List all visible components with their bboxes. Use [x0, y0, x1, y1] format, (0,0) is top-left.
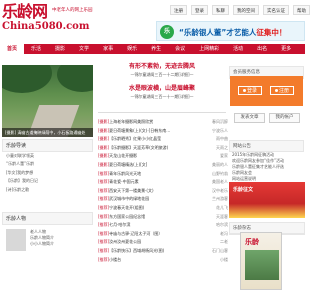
person-desc: 小小人物简介 [30, 241, 54, 246]
logo-url: China5080.com [2, 21, 90, 32]
nav-famous[interactable]: 出名 [250, 44, 274, 54]
news-row[interactable]: [推荐] 东方国家公园纪念馆 天涯客 [98, 213, 228, 222]
headline-title-2[interactable]: 水是眼波横，山是眉峰聚 [98, 84, 226, 93]
photo-foliage [57, 65, 93, 92]
nav-online[interactable]: 上网精彩 [192, 44, 226, 54]
member-panel: 登录 注册 [230, 76, 303, 106]
promo-banner[interactable]: 乐 “乐龄银人董”才艺能人征集中！ [156, 21, 305, 41]
cover-title: 乐龄 [245, 237, 259, 246]
magazine-cover[interactable]: 乐龄 [240, 232, 282, 290]
news-row[interactable]: [推荐] 武汉城市中的绿地花园 兰州游客 [98, 195, 228, 204]
featured-photo[interactable]: [摄影] 清幽古道掩映绿荫中，小石板路通幽处 [2, 65, 93, 137]
banner-badge-icon: 乐 [160, 25, 174, 39]
toplink-pm[interactable]: 私聊 [212, 5, 229, 15]
guide-section: 乐龄导读 小童对联学领英 “乐龄人董”乐龄 [华文]我的梦想 【乐龄】我的日记 … [2, 139, 93, 194]
nav-health[interactable]: 养生 [144, 44, 168, 54]
people-section: 乐龄人物 老人人物 乐龄人物简介 小小人物简介 [2, 212, 93, 255]
news-row[interactable]: [摄影] 天龙山花开摄影 爱家 [98, 152, 228, 161]
guide-item[interactable]: 小童对联学领英 [2, 152, 93, 160]
my-account-button[interactable]: 我的帐户 [269, 113, 300, 123]
photo-caption: [摄影] 清幽古道掩映绿荫中，小石板路通幽处 [2, 128, 93, 137]
divider [98, 112, 226, 113]
news-row[interactable]: [推荐] 青年乐龄风光天地 山野钓翁 [98, 170, 228, 179]
headline-area: 有形不紊勃，无迹去腾风 —锦尔童湖阁三百一十二期[详细]— 水是眼波横，山是眉峰… [98, 62, 226, 112]
nav-photo[interactable]: 摄影 [48, 44, 72, 54]
nav-more[interactable]: 更多 [274, 44, 298, 54]
toplink-login[interactable]: 登录 [191, 5, 208, 15]
news-row[interactable]: [推荐] 汝州汝州夏花公园 二老 [98, 238, 228, 247]
site-logo[interactable]: 乐龄网 中老年人的网上乐园 China5080.com [2, 3, 112, 41]
register-button[interactable]: 注册 [270, 86, 294, 95]
guide-title: 乐龄导读 [2, 139, 93, 152]
news-row[interactable]: [推荐] 【乐龄快乐】西域胡杨风光(图) 石门山客 [98, 247, 228, 256]
guide-item[interactable]: 【乐龄】我的日记 [2, 177, 93, 185]
headline-title-1[interactable]: 有形不紊勃，无迹去腾风 [98, 62, 226, 71]
headline-sub-2: —锦尔童湖阁三百一十一期[详细]— [130, 94, 194, 99]
news-row[interactable]: [推荐] 西安天下第一楼美景·(文) 汉中老乐 [98, 187, 228, 196]
notice-title: 网站公告 [229, 140, 304, 152]
user-plus-icon [274, 89, 278, 92]
guide-item[interactable]: “乐龄人董”乐龄 [2, 160, 93, 168]
news-row[interactable]: [摄影] 夏日荷塘景象(上)(文)·[日韩东南… 宁波乐人 [98, 127, 228, 136]
nav-meeting[interactable]: 会议 [168, 44, 192, 54]
post-article-button[interactable]: 发表文章 [234, 113, 265, 123]
banner-text: “乐龄银人董”才艺能人征集中！ [179, 28, 287, 37]
guide-item[interactable]: [诗]乐龄之歌 [2, 186, 93, 194]
toplink-register[interactable]: 注册 [170, 5, 187, 15]
main-nav: 首页 乐活 摄影 文学 家事 娱乐 养生 会议 上网精彩 活动 出名 更多 [0, 44, 305, 54]
news-row[interactable]: [推荐] 寺庙与古驿·辽阳太子河（图） 老冯 [98, 230, 228, 239]
nav-family[interactable]: 家事 [96, 44, 120, 54]
news-row[interactable]: [摄影] 夏日荷塘精选(上)[文] 美丽的人 [98, 161, 228, 170]
news-row[interactable]: [摄影] 【乐龄摄影】天涯芳草(文明旅游) 天雨之 [98, 144, 228, 153]
nav-activity[interactable]: 活动 [226, 44, 250, 54]
news-list: [摄影] 上海老年摄影网美照欣赏 春风沉醉 [摄影] 夏日荷塘景象(上)(文)·[日韩… [98, 118, 228, 264]
member-actions: 发表文章 我的帐户 [234, 113, 300, 123]
cover-image [245, 250, 279, 280]
avatar [6, 229, 26, 251]
news-row[interactable]: [摄影] 上海老年摄影网美照欣赏 春风沉醉 [98, 118, 228, 127]
photo-foliage [2, 65, 52, 93]
people-card[interactable]: 老人人物 乐龄人物简介 小小人物简介 [2, 225, 93, 255]
promo-ad[interactable]: 乐龄征文 [229, 182, 305, 218]
nav-life[interactable]: 乐活 [24, 44, 48, 54]
toplink-space[interactable]: 我的空间 [233, 5, 259, 15]
toplink-verify[interactable]: 实名认证 [263, 5, 289, 15]
toplink-help[interactable]: 帮助 [293, 5, 310, 15]
top-links: 注册 登录 私聊 我的空间 实名认证 帮助 [170, 5, 310, 15]
logo-slogan: 中老年人的网上乐园 [52, 8, 93, 13]
nav-literature[interactable]: 文学 [72, 44, 96, 54]
news-row[interactable]: [推荐] 宁波春天花开(组图) 花儿飞 [98, 204, 228, 213]
user-icon [242, 89, 246, 92]
guide-item[interactable]: [华文]我的梦想 [2, 169, 93, 177]
news-row[interactable]: [摄影] 【乐龄晒秀】红果小小红晶莹 雨中曲 [98, 135, 228, 144]
news-row[interactable]: [推荐] 七月·哈尔滨 哈尔滨 [98, 221, 228, 230]
nav-entertainment[interactable]: 娱乐 [120, 44, 144, 54]
headline-sub-1: —锦尔童湖阁三百一十二期[详细]— [130, 72, 194, 77]
promo-ad-text: 乐龄征文 [233, 187, 254, 193]
notice-box: 网站公告 2015年乐龄网征稿活动 欢迎乐龄网友参加“佳作”活动 乐龄银人董征集… [229, 140, 304, 182]
news-row[interactable]: [推荐] 青花瓷-中国元素 美国老人 [98, 178, 228, 187]
news-row[interactable]: [推荐] 小楼台 小楼 [98, 256, 228, 265]
nav-home[interactable]: 首页 [0, 44, 25, 54]
people-title: 乐龄人物 [2, 212, 93, 225]
login-button[interactable]: 登录 [238, 86, 262, 95]
